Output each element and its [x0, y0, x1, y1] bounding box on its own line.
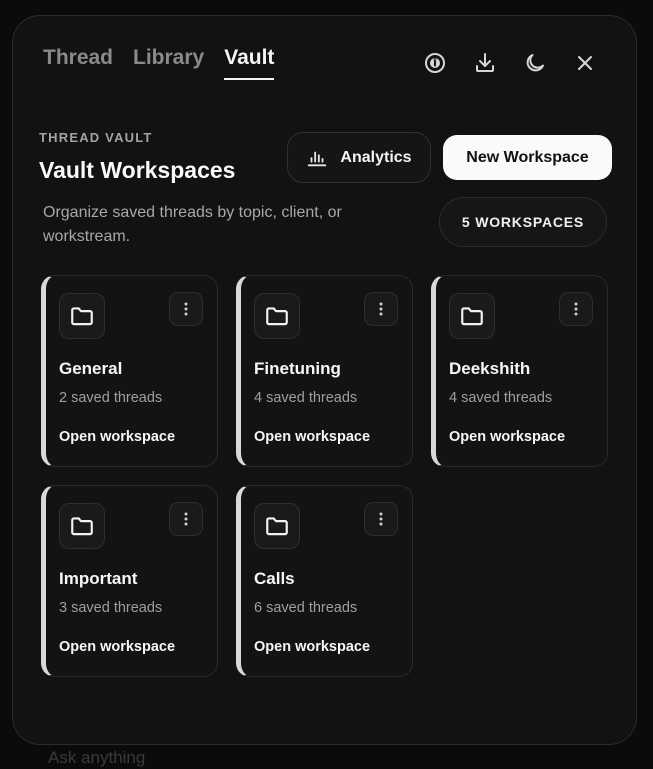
tab-bar: Thread Library Vault [43, 46, 275, 80]
folder-icon [59, 293, 105, 339]
more-options-icon[interactable] [169, 502, 203, 536]
analytics-button-label: Analytics [340, 148, 412, 166]
more-options-icon[interactable] [169, 292, 203, 326]
open-workspace-link[interactable]: Open workspace [59, 639, 175, 655]
workspace-name: Finetuning [254, 359, 341, 378]
workspace-name: Calls [254, 569, 295, 588]
workspace-card-calls[interactable]: Calls 6 saved threads Open workspace [236, 485, 413, 677]
workspace-thread-count: 2 saved threads [59, 390, 163, 406]
moon-icon[interactable] [522, 50, 548, 76]
info-icon[interactable] [422, 50, 448, 76]
workspace-thread-count: 6 saved threads [254, 600, 358, 616]
page-description: Organize saved threads by topic, client,… [43, 204, 342, 245]
workspace-thread-count: 4 saved threads [254, 390, 358, 406]
workspace-name: General [59, 359, 123, 378]
more-options-icon[interactable] [364, 292, 398, 326]
download-icon[interactable] [472, 50, 498, 76]
open-workspace-link[interactable]: Open workspace [254, 429, 370, 445]
workspace-card-deekshith[interactable]: Deekshith 4 saved threads Open workspace [431, 275, 608, 467]
tab-library[interactable]: Library [133, 46, 204, 80]
close-icon[interactable] [572, 50, 598, 76]
new-workspace-button[interactable]: New Workspace [443, 135, 612, 180]
analytics-button[interactable]: Analytics [287, 132, 431, 183]
workspace-thread-count: 3 saved threads [59, 600, 163, 616]
page-title: Vault Workspaces [39, 157, 236, 183]
workspace-card-general[interactable]: General 2 saved threads Open workspace [41, 275, 218, 467]
tab-thread[interactable]: Thread [43, 46, 113, 80]
workspace-card-finetuning[interactable]: Finetuning 4 saved threads Open workspac… [236, 275, 413, 467]
folder-icon [254, 503, 300, 549]
open-workspace-link[interactable]: Open workspace [254, 639, 370, 655]
folder-icon [449, 293, 495, 339]
more-options-icon[interactable] [559, 292, 593, 326]
vault-panel: Thread Library Vault THREAD VAULT Vault … [12, 15, 637, 745]
workspace-card-important[interactable]: Important 3 saved threads Open workspace [41, 485, 218, 677]
folder-icon [59, 503, 105, 549]
bar-chart-icon [308, 151, 327, 166]
section-eyebrow: THREAD VAULT [39, 130, 153, 145]
open-workspace-link[interactable]: Open workspace [449, 429, 565, 445]
workspace-count-badge: 5 WORKSPACES [439, 197, 607, 247]
workspace-name: Important [59, 569, 138, 588]
workspace-thread-count: 4 saved threads [449, 390, 553, 406]
panel-toolbar [422, 50, 598, 76]
workspace-name: Deekshith [449, 359, 531, 378]
folder-icon [254, 293, 300, 339]
tab-vault[interactable]: Vault [224, 46, 275, 80]
more-options-icon[interactable] [364, 502, 398, 536]
background-composer-placeholder: Ask anything [48, 748, 146, 767]
open-workspace-link[interactable]: Open workspace [59, 429, 175, 445]
